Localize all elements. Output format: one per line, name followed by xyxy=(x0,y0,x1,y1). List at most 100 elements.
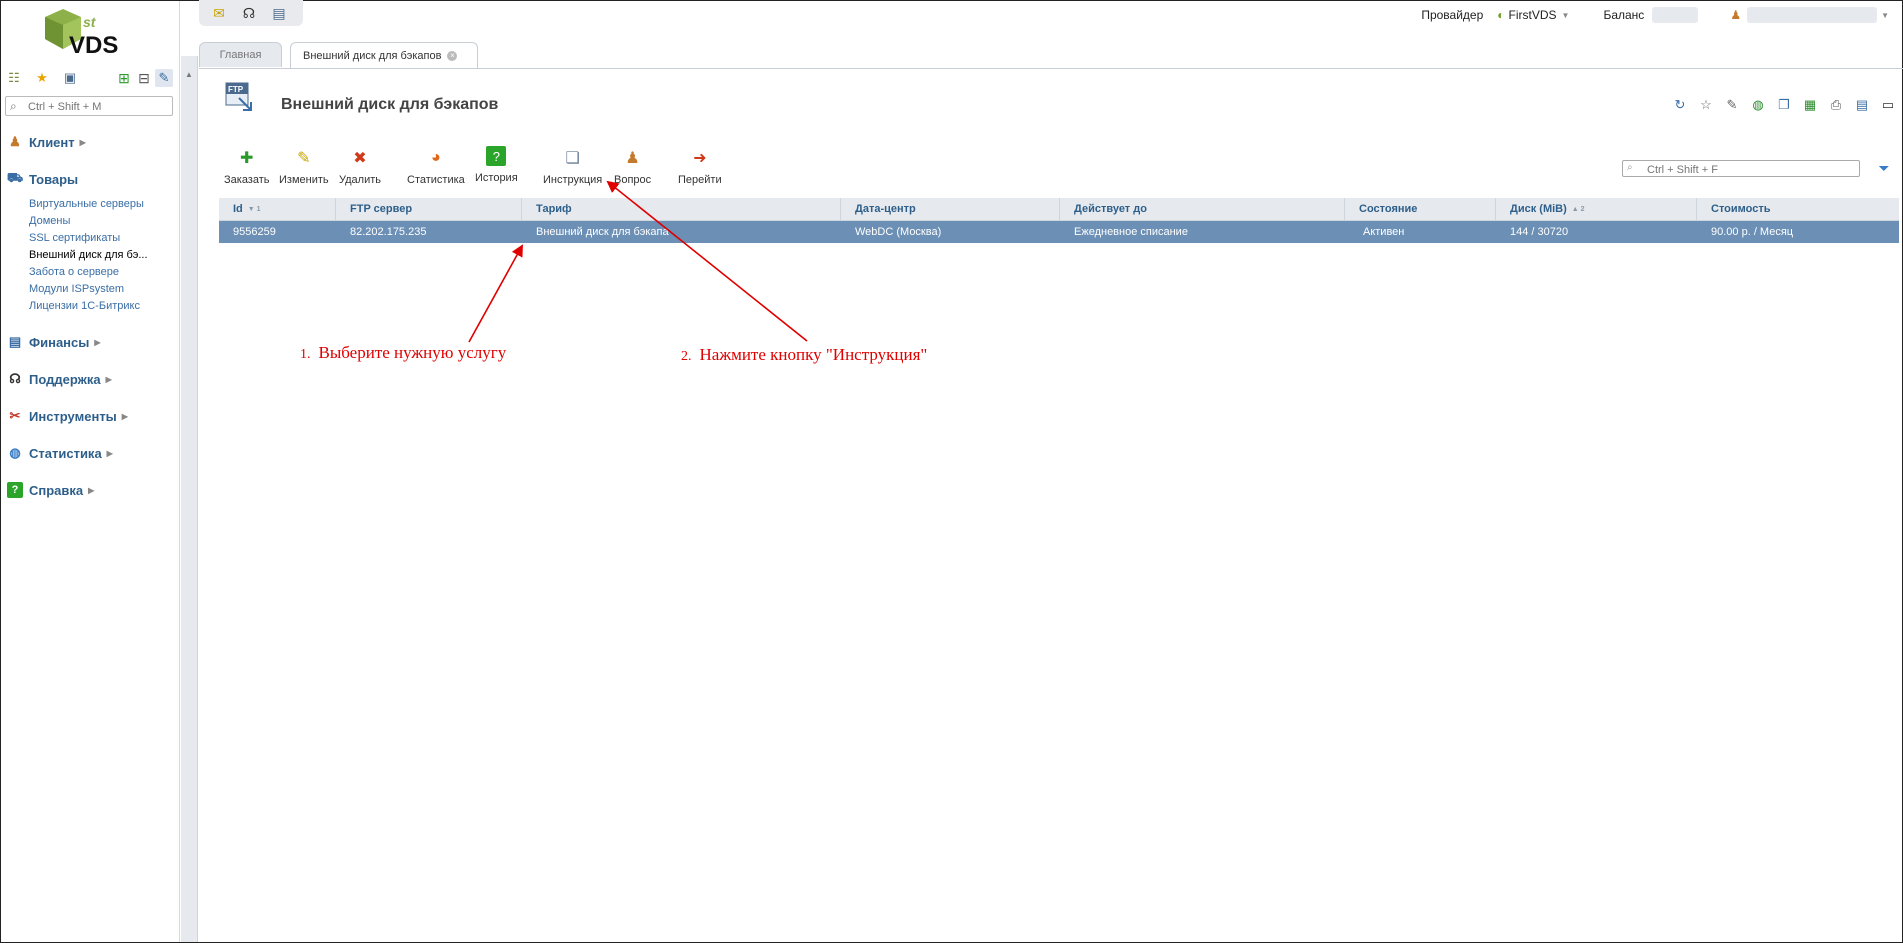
menu-search-input[interactable] xyxy=(26,98,170,116)
refresh-icon[interactable]: ↻ xyxy=(1671,96,1689,114)
cell-state: Активен xyxy=(1363,226,1405,238)
sidebar-group-label: Финансы xyxy=(29,334,90,350)
sidebar-group-tools[interactable]: ✂ Инструменты ▶ xyxy=(7,408,128,424)
sidebar-item-backup-disk[interactable]: Внешний диск для бэ... xyxy=(29,249,148,261)
column-header-cost[interactable]: Стоимость xyxy=(1697,198,1899,220)
table-row[interactable]: 9556259 82.202.175.235 Внешний диск для … xyxy=(219,221,1899,243)
table-settings-icon[interactable]: ▤ xyxy=(1853,96,1871,114)
balance-value xyxy=(1652,7,1699,23)
pin-icon[interactable]: ✎ xyxy=(155,69,173,87)
excel-export-icon[interactable]: ▦ xyxy=(1801,96,1819,114)
sidebar-group-help[interactable]: ? Справка ▶ xyxy=(7,482,94,498)
sidebar-item-domains[interactable]: Домены xyxy=(29,215,70,227)
sidebar-group-label: Статистика xyxy=(29,445,102,461)
statistics-label: Статистика xyxy=(407,174,465,186)
order-button[interactable]: ✚ Заказать xyxy=(224,146,270,186)
top-right-bar: Провайдер ◐ FirstVDS ▼ Баланс ♟ ▼ xyxy=(1407,6,1889,24)
provider-logo-icon: ◐ xyxy=(1497,8,1505,22)
cell-tariff: Внешний диск для бэкапа xyxy=(536,226,669,238)
sidebar-group-goods[interactable]: ⛟ Товары xyxy=(7,170,79,187)
expand-all-icon[interactable]: ⊞ xyxy=(115,69,133,87)
delete-button[interactable]: ✖ Удалить xyxy=(339,146,381,186)
ftp-page-icon: FTP xyxy=(225,82,252,111)
collapse-all-icon[interactable]: ⊟ xyxy=(135,69,153,87)
statistics-button[interactable]: ◕ Статистика xyxy=(407,146,465,186)
column-header-tariff[interactable]: Тариф xyxy=(522,198,841,220)
edit-button[interactable]: ✎ Изменить xyxy=(279,146,329,186)
user-icon: ♟ xyxy=(9,134,21,149)
column-header-datacenter[interactable]: Дата-центр xyxy=(841,198,1060,220)
briefcase-icon[interactable]: ▣ xyxy=(61,69,79,87)
user-icon: ♟ xyxy=(1730,8,1742,22)
headset-icon: ☊ xyxy=(9,371,21,386)
sidebar-group-statistics[interactable]: ◍ Статистика ▶ xyxy=(7,445,113,461)
collapse-arrow-icon[interactable]: ▲ xyxy=(185,70,193,79)
sidebar-group-client[interactable]: ♟ Клиент ▶ xyxy=(7,134,86,150)
svg-text:VDS: VDS xyxy=(69,32,118,59)
column-label: Диск (MiB) xyxy=(1510,203,1567,215)
monitor-icon[interactable]: ▭ xyxy=(1879,96,1897,114)
history-label: История xyxy=(475,172,518,184)
goto-arrow-icon: ➜ xyxy=(693,150,707,167)
column-header-ftp[interactable]: FTP сервер xyxy=(336,198,522,220)
provider-value: FirstVDS xyxy=(1508,8,1557,22)
copy-icon[interactable]: ❐ xyxy=(1775,96,1793,114)
sidebar-item-ispsystem-modules[interactable]: Модули ISPsystem xyxy=(29,283,124,295)
tab-home[interactable]: Главная xyxy=(199,42,282,67)
cell-valid-until: Ежедневное списание xyxy=(1074,226,1188,238)
support-badge-icon[interactable]: ☊ xyxy=(239,3,259,23)
cell-ftp: 82.202.175.235 xyxy=(350,226,427,238)
tab-backup-disk[interactable]: Внешний диск для бэкапов × xyxy=(290,42,478,68)
chevron-right-icon: ▶ xyxy=(79,137,86,147)
sidebar-group-label: Поддержка xyxy=(29,371,101,387)
column-header-valid-until[interactable]: Действует до xyxy=(1060,198,1345,220)
cell-id: 9556259 xyxy=(233,226,276,238)
menu-search-field[interactable]: ⌕ xyxy=(5,96,173,116)
favorite-star-icon[interactable]: ☆ xyxy=(1697,96,1715,114)
sidebar-group-label: Товары xyxy=(29,171,79,187)
instruction-button[interactable]: ❏ Инструкция xyxy=(543,146,602,186)
column-label: Id xyxy=(233,203,243,215)
favorites-star-icon[interactable]: ★ xyxy=(33,69,51,87)
sidebar-group-label: Инструменты xyxy=(29,408,117,424)
menu-tree-icon[interactable]: ☷ xyxy=(5,69,23,87)
chevron-down-icon: ▼ xyxy=(1561,10,1570,20)
goto-button[interactable]: ➜ Перейти xyxy=(678,146,722,186)
sidebar-group-finance[interactable]: ▤ Финансы ▶ xyxy=(7,334,101,350)
globe-icon[interactable]: ◍ xyxy=(1749,96,1767,114)
column-header-disk[interactable]: Диск (MiB) ▲ 2 xyxy=(1496,198,1697,220)
sidebar-item-server-care[interactable]: Забота о сервере xyxy=(29,266,119,278)
user-name xyxy=(1747,7,1878,23)
column-header-id[interactable]: Id ▼ 1 xyxy=(219,198,336,220)
user-menu[interactable]: ♟ ▼ xyxy=(1730,7,1889,23)
finance-icon: ▤ xyxy=(8,334,22,349)
list-filter-field[interactable]: ⌕ xyxy=(1622,160,1860,177)
logo[interactable]: st VDS xyxy=(41,7,141,61)
annotation-step-1: 1. Выберите нужную услугу xyxy=(300,343,506,363)
print-icon[interactable]: ⎙ xyxy=(1827,96,1845,114)
close-tab-icon[interactable]: × xyxy=(447,50,458,61)
history-button[interactable]: ? История xyxy=(475,146,518,184)
list-filter-input[interactable] xyxy=(1645,162,1859,177)
sidebar-item-virtual-servers[interactable]: Виртуальные серверы xyxy=(29,198,144,210)
sidebar-item-ssl[interactable]: SSL сертификаты xyxy=(29,232,120,244)
provider-label: Провайдер xyxy=(1421,8,1484,22)
provider-select[interactable]: ◐ FirstVDS ▼ xyxy=(1497,8,1569,22)
column-label: FTP сервер xyxy=(350,203,413,215)
tab-label: Главная xyxy=(219,49,262,61)
chevron-right-icon: ▶ xyxy=(121,411,128,421)
notifications-badge-icon[interactable]: ✉ xyxy=(209,3,229,23)
column-header-state[interactable]: Состояние xyxy=(1345,198,1496,220)
question-button[interactable]: ♟ Вопрос xyxy=(614,146,651,186)
filter-funnel-icon[interactable]: ⏷ xyxy=(1876,160,1892,176)
tasks-badge-icon[interactable]: ▤ xyxy=(269,3,289,23)
sidebar-item-bitrix-licenses[interactable]: Лицензии 1С-Битрикс xyxy=(29,300,140,312)
page-tools: ↻ ☆ ✎ ◍ ❐ ▦ ⎙ ▤ ▭ xyxy=(1663,96,1897,114)
sidebar-collapse-strip[interactable]: ▲ xyxy=(181,56,198,942)
sidebar-group-support[interactable]: ☊ Поддержка ▶ xyxy=(7,371,112,387)
pin-icon[interactable]: ✎ xyxy=(1723,96,1741,114)
svg-text:FTP: FTP xyxy=(228,85,244,94)
chevron-down-icon: ▼ xyxy=(1881,10,1889,20)
tab-label: Внешний диск для бэкапов xyxy=(303,49,442,62)
annotation-step-2: 2. Нажмите кнопку "Инструкция" xyxy=(681,345,927,365)
